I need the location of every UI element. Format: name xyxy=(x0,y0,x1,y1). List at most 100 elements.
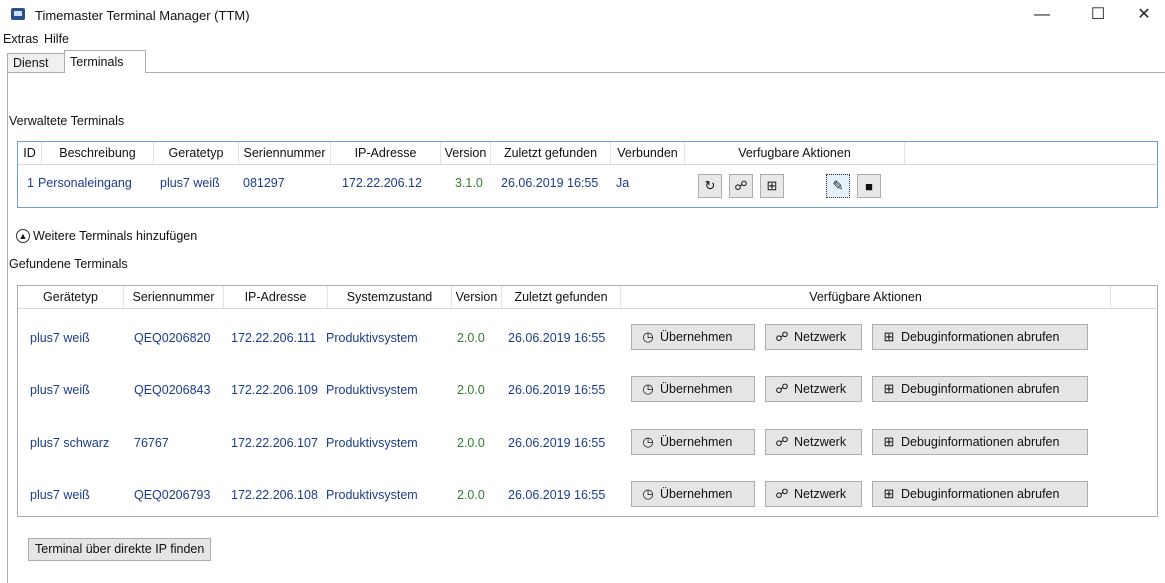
cell-geratetyp: plus7 weiß xyxy=(30,383,90,397)
cell-seriennummer: 081297 xyxy=(243,176,285,190)
uebernehmen-button[interactable]: ◷ Übernehmen xyxy=(631,324,755,350)
close-button[interactable]: ✕ xyxy=(1121,2,1165,28)
uebernehmen-button[interactable]: ◷ Übernehmen xyxy=(631,429,755,455)
col-seriennummer[interactable]: Seriennummer xyxy=(124,286,224,308)
expander-label[interactable]: Weitere Terminals hinzufügen xyxy=(33,229,197,243)
netzwerk-button[interactable]: ☍ Netzwerk xyxy=(765,481,862,507)
cell-geratetyp: plus7 weiß xyxy=(30,331,90,345)
uebernehmen-button[interactable]: ◷ Übernehmen xyxy=(631,376,755,402)
uebernehmen-label: Übernehmen xyxy=(660,487,733,501)
cell-version: 3.1.0 xyxy=(455,176,483,190)
debug-button[interactable]: ⊞ Debuginformationen abrufen xyxy=(872,376,1088,402)
expand-toggle[interactable]: ▲ xyxy=(16,229,30,243)
uebernehmen-button[interactable]: ◷ Übernehmen xyxy=(631,481,755,507)
debug-icon: ⊞ xyxy=(766,178,778,193)
cell-version: 2.0.0 xyxy=(457,331,485,345)
col-verbunden[interactable]: Verbunden xyxy=(611,142,685,164)
cell-ip-adresse: 172.22.206.12 xyxy=(342,176,422,190)
menu-bar: Extras Hilfe xyxy=(0,30,1165,48)
cell-geratetyp: plus7 weiß xyxy=(30,488,90,502)
debug-button[interactable]: ⊞ Debuginformationen abrufen xyxy=(872,481,1088,507)
edit-icon: ✎ xyxy=(832,178,844,193)
window-title: Timemaster Terminal Manager (TTM) xyxy=(35,8,250,23)
cell-geratetyp: plus7 schwarz xyxy=(30,436,110,450)
col-verfugbare-aktionen[interactable]: Verfügbare Aktionen xyxy=(621,286,1111,308)
cell-version: 2.0.0 xyxy=(457,436,485,450)
cell-ip-adresse: 172.22.206.107 xyxy=(231,436,318,450)
netzwerk-label: Netzwerk xyxy=(794,487,847,501)
col-verfugbare-aktionen[interactable]: Verfugbare Aktionen xyxy=(685,142,905,164)
clock-icon: ◷ xyxy=(642,434,654,449)
col-zuletzt-gefunden[interactable]: Zuletzt gefunden xyxy=(502,286,621,308)
netzwerk-label: Netzwerk xyxy=(794,382,847,396)
cell-version: 2.0.0 xyxy=(457,488,485,502)
col-seriennummer[interactable]: Seriennummer xyxy=(239,142,331,164)
cell-beschreibung: Personaleingang xyxy=(38,176,132,190)
menu-hilfe[interactable]: Hilfe xyxy=(44,32,69,46)
cell-zuletzt-gefunden: 26.06.2019 16:55 xyxy=(501,176,599,190)
col-zuletzt-gefunden[interactable]: Zuletzt gefunden xyxy=(491,142,611,164)
col-version[interactable]: Version xyxy=(452,286,502,308)
cell-ip-adresse: 172.22.206.109 xyxy=(231,383,318,397)
netzwerk-label: Netzwerk xyxy=(794,435,847,449)
maximize-button[interactable]: ☐ xyxy=(1075,2,1121,28)
col-id[interactable]: ID xyxy=(18,142,42,164)
netzwerk-label: Netzwerk xyxy=(794,330,847,344)
cell-seriennummer: 76767 xyxy=(134,436,169,450)
cell-zuletzt-gefunden: 26.06.2019 16:55 xyxy=(508,331,606,345)
cell-seriennummer: QEQ0206820 xyxy=(134,331,211,345)
edit-button[interactable]: ✎ xyxy=(826,174,850,198)
clock-icon: ◷ xyxy=(642,486,654,501)
title-bar: Timemaster Terminal Manager (TTM) — ☐ ✕ xyxy=(0,0,1165,30)
col-ip-adresse[interactable]: IP-Adresse xyxy=(331,142,441,164)
refresh-button[interactable]: ↻ xyxy=(698,174,722,198)
tab-terminals[interactable]: Terminals xyxy=(64,50,146,73)
netzwerk-button[interactable]: ☍ Netzwerk xyxy=(765,429,862,455)
col-geratetyp[interactable]: Geratetyp xyxy=(154,142,239,164)
find-by-ip-button[interactable]: Terminal über direkte IP finden xyxy=(28,538,212,561)
cell-zuletzt-gefunden: 26.06.2019 16:55 xyxy=(508,383,606,397)
delete-button[interactable]: ■ xyxy=(857,174,881,198)
managed-terminals-label: Verwaltete Terminals xyxy=(9,114,125,128)
uebernehmen-label: Übernehmen xyxy=(660,435,733,449)
debug-label: Debuginformationen abrufen xyxy=(901,487,1060,501)
refresh-icon: ↻ xyxy=(704,178,716,193)
col-systemzustand[interactable]: Systemzustand xyxy=(328,286,452,308)
clock-icon: ◷ xyxy=(642,381,654,396)
cell-systemzustand: Produktivsystem xyxy=(326,488,418,502)
cell-systemzustand: Produktivsystem xyxy=(326,436,418,450)
debug-button[interactable]: ⊞ Debuginformationen abrufen xyxy=(872,429,1088,455)
tab-strip: Dienst Terminals xyxy=(0,48,1165,73)
netzwerk-button[interactable]: ☍ Netzwerk xyxy=(765,324,862,350)
network-icon: ☍ xyxy=(734,178,748,193)
uebernehmen-label: Übernehmen xyxy=(660,330,733,344)
cell-zuletzt-gefunden: 26.06.2019 16:55 xyxy=(508,436,606,450)
chevron-up-icon: ▲ xyxy=(18,231,28,241)
tab-dienst[interactable]: Dienst xyxy=(7,53,67,72)
network-button[interactable]: ☍ xyxy=(729,174,753,198)
col-ip-adresse[interactable]: IP-Adresse xyxy=(224,286,328,308)
app-icon xyxy=(11,8,25,20)
cell-seriennummer: QEQ0206793 xyxy=(134,488,211,502)
debug-label: Debuginformationen abrufen xyxy=(901,382,1060,396)
netzwerk-button[interactable]: ☍ Netzwerk xyxy=(765,376,862,402)
cell-zuletzt-gefunden: 26.06.2019 16:55 xyxy=(508,488,606,502)
cell-verbunden: Ja xyxy=(616,176,630,190)
menu-extras[interactable]: Extras xyxy=(3,32,38,46)
cell-systemzustand: Produktivsystem xyxy=(326,383,418,397)
grid-header: Gerätetyp Seriennummer IP-Adresse System… xyxy=(18,286,1157,309)
debug-icon: ⊞ xyxy=(883,434,895,449)
network-icon: ☍ xyxy=(775,381,789,396)
col-geratetyp[interactable]: Gerätetyp xyxy=(18,286,124,308)
minimize-button[interactable]: — xyxy=(1019,2,1065,28)
col-version[interactable]: Version xyxy=(441,142,491,164)
debug-button[interactable]: ⊞ Debuginformationen abrufen xyxy=(872,324,1088,350)
debug-label: Debuginformationen abrufen xyxy=(901,435,1060,449)
debug-label: Debuginformationen abrufen xyxy=(901,330,1060,344)
debug-button[interactable]: ⊞ xyxy=(760,174,784,198)
delete-icon: ■ xyxy=(865,178,873,194)
found-terminals-grid: Gerätetyp Seriennummer IP-Adresse System… xyxy=(17,285,1158,517)
col-beschreibung[interactable]: Beschreibung xyxy=(42,142,154,164)
cell-ip-adresse: 172.22.206.108 xyxy=(231,488,318,502)
debug-icon: ⊞ xyxy=(883,486,895,501)
